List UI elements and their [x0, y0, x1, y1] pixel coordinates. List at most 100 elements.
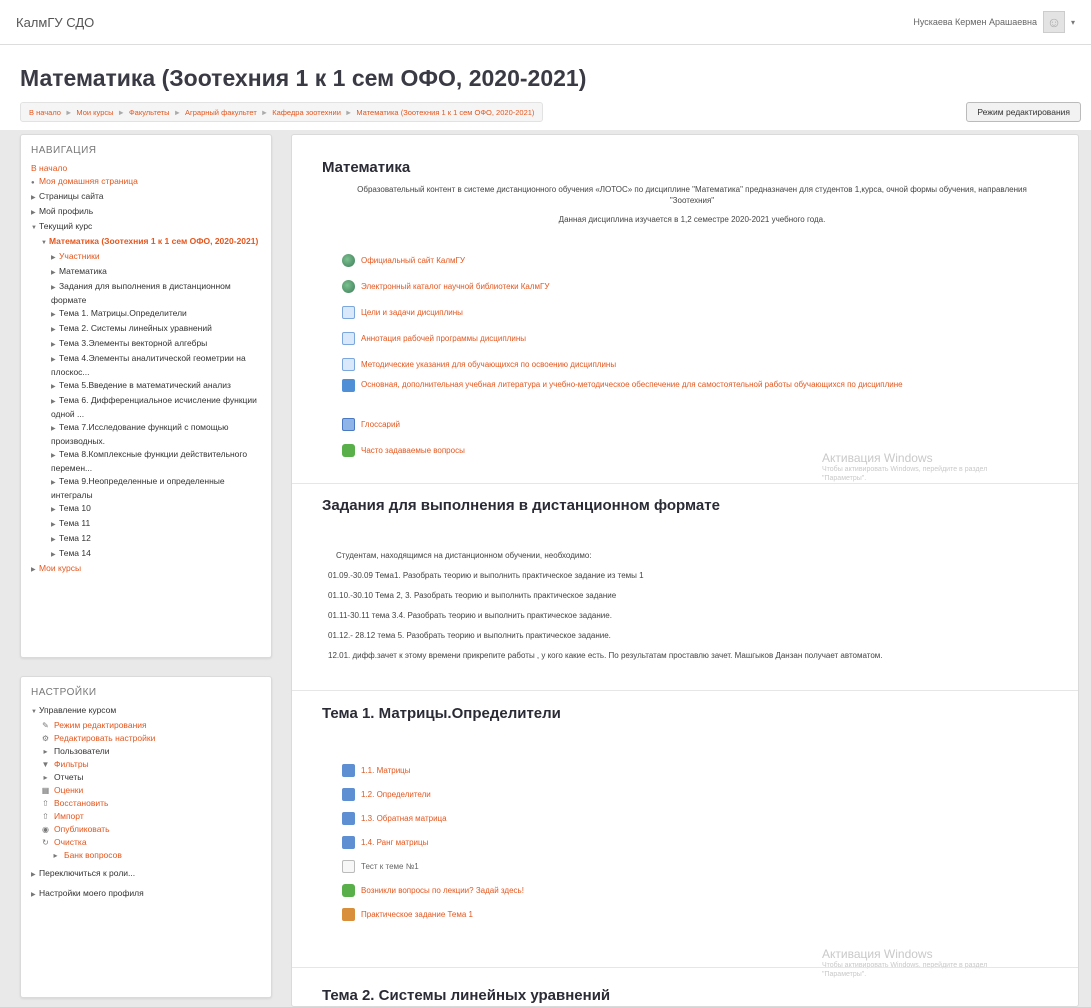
breadcrumb-my-courses[interactable]: Мои курсы	[76, 108, 113, 117]
breadcrumb-home[interactable]: В начало	[29, 108, 61, 117]
activity-label[interactable]: Возникли вопросы по лекции? Задай здесь!	[361, 885, 524, 896]
nav-item-section[interactable]: Математика	[59, 266, 107, 276]
triangle-right-icon[interactable]: ▶	[51, 450, 59, 462]
activity-label[interactable]: Тест к теме №1	[361, 861, 419, 872]
settings-item-grades[interactable]: Оценки	[54, 784, 83, 796]
nav-item-section[interactable]: Тема 5.Введение в математический анализ	[59, 380, 231, 390]
nav-course-name[interactable]: Математика (Зоотехния 1 к 1 сем ОФО, 202…	[49, 236, 258, 246]
nav-item-section[interactable]: Тема 4.Элементы аналитической геометрии …	[51, 353, 246, 377]
settings-item-filters[interactable]: Фильтры	[54, 758, 89, 770]
triangle-right-icon[interactable]: ▶	[31, 564, 39, 576]
triangle-down-icon[interactable]: ▼	[31, 706, 39, 718]
triangle-right-icon[interactable]: ▶	[51, 534, 59, 546]
chevron-down-icon[interactable]: ▾	[1071, 18, 1075, 27]
triangle-right-icon[interactable]: ▶	[51, 354, 59, 366]
activity-link[interactable]: Методические указания для обучающихся по…	[342, 351, 1062, 377]
nav-item-participants[interactable]: Участники	[59, 251, 100, 261]
activity-label[interactable]: 1.1. Матрицы	[361, 765, 411, 776]
nav-item-section[interactable]: Тема 12	[59, 533, 91, 543]
activity-label[interactable]: Цели и задачи дисциплины	[361, 307, 463, 318]
activity-link[interactable]: 1.3. Обратная матрица	[342, 806, 1062, 830]
settings-item-restore[interactable]: Восстановить	[54, 797, 108, 809]
nav-item-section[interactable]: Тема 14	[59, 548, 91, 558]
triangle-right-icon[interactable]: ▶	[51, 504, 59, 516]
triangle-right-icon[interactable]: ▶	[51, 282, 59, 294]
activity-link[interactable]: Возникли вопросы по лекции? Задай здесь!	[342, 878, 1062, 902]
nav-item-section[interactable]: Тема 7.Исследование функций с помощью пр…	[51, 422, 229, 446]
triangle-right-icon[interactable]: ▶	[31, 869, 39, 881]
settings-item-import[interactable]: Импорт	[54, 810, 84, 822]
activity-label[interactable]: 1.4. Ранг матрицы	[361, 837, 428, 848]
nav-item-section[interactable]: Задания для выполнения в дистанционном ф…	[51, 281, 231, 305]
avatar[interactable]: ☺	[1042, 11, 1065, 33]
activity-link[interactable]: Основная, дополнительная учебная литерат…	[342, 377, 1062, 411]
edit-mode-button[interactable]: Режим редактирования	[966, 102, 1081, 122]
activity-label[interactable]: 1.2. Определители	[361, 789, 431, 800]
nav-item-section[interactable]: Тема 6. Дифференциальное исчисление функ…	[51, 395, 257, 419]
user-menu[interactable]: Нускаева Кермен Арашаевна ☺ ▾	[913, 11, 1075, 33]
nav-item-section[interactable]: Тема 11	[59, 518, 90, 528]
settings-item-edit-settings[interactable]: Редактировать настройки	[54, 732, 155, 744]
activity-link[interactable]: Аннотация рабочей программы дисциплины	[342, 325, 1062, 351]
activity-link[interactable]: Электронный каталог научной библиотеки К…	[342, 273, 1062, 299]
triangle-right-icon[interactable]: ▶	[51, 549, 59, 561]
activity-label[interactable]: 1.3. Обратная матрица	[361, 813, 447, 824]
activity-label[interactable]: Основная, дополнительная учебная литерат…	[361, 379, 1001, 390]
triangle-right-icon[interactable]: ▶	[51, 519, 59, 531]
triangle-right-icon[interactable]: ▸	[51, 851, 60, 860]
triangle-right-icon[interactable]: ▶	[51, 423, 59, 435]
nav-item-section[interactable]: Тема 2. Системы линейных уравнений	[59, 323, 212, 333]
settings-manage-course[interactable]: Управление курсом	[39, 705, 116, 715]
nav-my-home-link[interactable]: Моя домашняя страница	[39, 176, 138, 186]
triangle-right-icon[interactable]: ▸	[41, 773, 50, 782]
triangle-right-icon[interactable]: ▶	[51, 381, 59, 393]
activity-link[interactable]: Тест к теме №1	[342, 854, 1062, 878]
activity-link[interactable]: 1.2. Определители	[342, 782, 1062, 806]
activity-label[interactable]: Практическое задание Тема 1	[361, 909, 473, 920]
activity-label[interactable]: Официальный сайт КалмГУ	[361, 255, 465, 266]
triangle-down-icon[interactable]: ▼	[41, 237, 49, 249]
breadcrumb-department[interactable]: Кафедра зоотехнии	[272, 108, 341, 117]
triangle-right-icon[interactable]: ▶	[31, 192, 39, 204]
nav-item-section[interactable]: Тема 1. Матрицы.Определители	[59, 308, 187, 318]
nav-home-link[interactable]: В начало	[31, 163, 67, 173]
triangle-right-icon[interactable]: ▶	[51, 309, 59, 321]
nav-my-profile[interactable]: Мой профиль	[39, 206, 93, 216]
settings-item-reports[interactable]: Отчеты	[54, 771, 83, 783]
settings-profile-settings[interactable]: Настройки моего профиля	[39, 888, 144, 898]
triangle-right-icon[interactable]: ▶	[51, 252, 59, 264]
activity-label[interactable]: Электронный каталог научной библиотеки К…	[361, 281, 549, 292]
activity-label[interactable]: Аннотация рабочей программы дисциплины	[361, 333, 526, 344]
activity-link[interactable]: 1.4. Ранг матрицы	[342, 830, 1062, 854]
settings-item-question-bank[interactable]: Банк вопросов	[64, 849, 122, 861]
nav-item-section[interactable]: Тема 3.Элементы векторной алгебры	[59, 338, 207, 348]
settings-item-edit-mode[interactable]: Режим редактирования	[54, 719, 147, 731]
activity-link[interactable]: 1.1. Матрицы	[342, 758, 1062, 782]
nav-item-section[interactable]: Тема 8.Комплексные функции действительно…	[51, 449, 247, 473]
activity-label[interactable]: Глоссарий	[361, 419, 400, 430]
triangle-right-icon[interactable]: ▶	[51, 396, 59, 408]
triangle-right-icon[interactable]: ▶	[31, 889, 39, 901]
breadcrumb-course[interactable]: Математика (Зоотехния 1 к 1 сем ОФО, 202…	[356, 108, 534, 117]
breadcrumb-agrarian-faculty[interactable]: Аграрный факультет	[185, 108, 257, 117]
activity-label[interactable]: Методические указания для обучающихся по…	[361, 359, 616, 370]
triangle-right-icon[interactable]: ▶	[51, 477, 59, 489]
nav-current-course[interactable]: Текущий курс	[39, 221, 92, 231]
user-name[interactable]: Нускаева Кермен Арашаевна	[913, 17, 1037, 27]
activity-link[interactable]: Практическое задание Тема 1	[342, 902, 1062, 926]
nav-item-section[interactable]: Тема 9.Неопределенные и определенные инт…	[51, 476, 225, 500]
site-name-link[interactable]: КалмГУ СДО	[16, 15, 94, 30]
settings-item-publish[interactable]: Опубликовать	[54, 823, 110, 835]
triangle-down-icon[interactable]: ▼	[31, 222, 39, 234]
triangle-right-icon[interactable]: ▶	[51, 324, 59, 336]
activity-link[interactable]: Цели и задачи дисциплины	[342, 299, 1062, 325]
triangle-right-icon[interactable]: ▶	[51, 339, 59, 351]
settings-item-users[interactable]: Пользователи	[54, 745, 109, 757]
breadcrumb-faculties[interactable]: Факультеты	[129, 108, 170, 117]
triangle-right-icon[interactable]: ▸	[41, 747, 50, 756]
triangle-right-icon[interactable]: ▶	[51, 267, 59, 279]
activity-link[interactable]: Глоссарий	[342, 411, 1062, 437]
nav-my-courses[interactable]: Мои курсы	[39, 563, 81, 573]
triangle-right-icon[interactable]: ▶	[31, 207, 39, 219]
activity-link[interactable]: Официальный сайт КалмГУ	[342, 247, 1062, 273]
